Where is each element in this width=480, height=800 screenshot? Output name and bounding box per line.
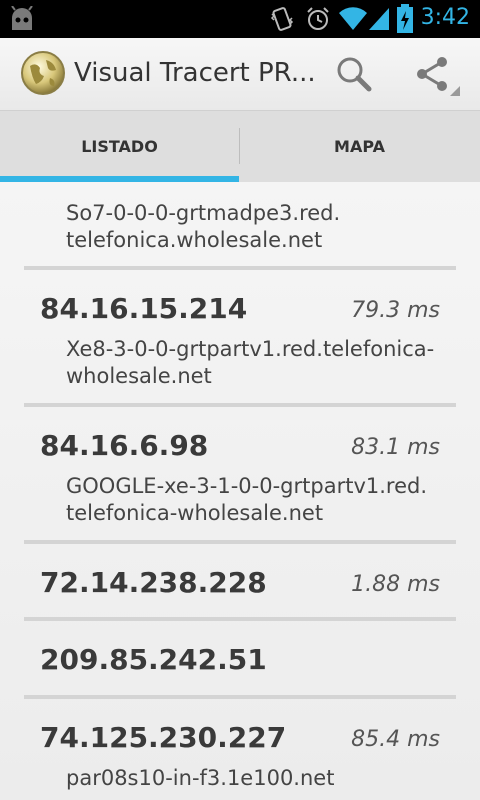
hop-ip: 84.16.15.214 xyxy=(40,292,248,325)
hop-hostname: So7-0-0-0-grtmadpe3.red. telefonica.whol… xyxy=(66,201,341,252)
hop-hostname: GOOGLE-xe-3-1-0-0-grtpartv1.red. telefon… xyxy=(66,474,428,525)
share-button[interactable] xyxy=(412,52,464,96)
hop-latency: 1.88 ms xyxy=(351,572,440,597)
vibrate-icon xyxy=(270,7,294,31)
clock: 3:42 xyxy=(420,5,470,30)
search-icon xyxy=(337,57,372,92)
hop-hostname: Xe8-3-0-0-grtpartv1.red.telefonica- whol… xyxy=(66,337,435,388)
signal-icon xyxy=(369,8,389,30)
battery-charging-icon xyxy=(397,4,413,33)
alarm-icon xyxy=(307,7,329,30)
hop-latency: 83.1 ms xyxy=(351,435,440,460)
tab-mapa[interactable]: MAPA xyxy=(240,111,479,182)
search-button[interactable] xyxy=(332,52,376,96)
app-globe-icon[interactable] xyxy=(20,50,66,96)
tab-label: MAPA xyxy=(334,137,385,156)
app-title: Visual Tracert PR... xyxy=(74,58,316,88)
list-item[interactable]: 209.85.242.51 xyxy=(24,621,456,695)
list-item[interactable]: So7-0-0-0-grtmadpe3.red. telefonica.whol… xyxy=(24,182,456,266)
tab-listado[interactable]: LISTADO xyxy=(0,111,239,182)
hop-hostname: par08s10-in-f3.1e100.net xyxy=(66,766,335,790)
hop-list[interactable]: So7-0-0-0-grtmadpe3.red. telefonica.whol… xyxy=(0,182,480,800)
hop-ip: 209.85.242.51 xyxy=(40,643,267,676)
tab-bar: LISTADO MAPA xyxy=(0,111,480,183)
android-icon xyxy=(11,6,33,30)
hop-latency: 85.4 ms xyxy=(351,727,440,752)
list-item[interactable]: 74.125.230.227 85.4 ms par08s10-in-f3.1e… xyxy=(24,699,456,800)
action-bar: Visual Tracert PR... xyxy=(0,38,480,111)
list-item[interactable]: 72.14.238.228 1.88 ms xyxy=(24,544,456,617)
share-icon xyxy=(417,57,460,96)
wifi-icon xyxy=(339,7,367,31)
list-item[interactable]: 84.16.6.98 83.1 ms GOOGLE-xe-3-1-0-0-grt… xyxy=(24,407,456,540)
list-item[interactable]: 84.16.15.214 79.3 ms Xe8-3-0-0-grtpartv1… xyxy=(24,270,456,403)
hop-latency: 79.3 ms xyxy=(351,298,440,323)
hop-ip: 72.14.238.228 xyxy=(40,566,267,599)
hop-ip: 84.16.6.98 xyxy=(40,429,209,462)
hop-ip: 74.125.230.227 xyxy=(40,721,287,754)
status-bar: 3:42 xyxy=(0,0,480,38)
tab-label: LISTADO xyxy=(81,137,158,156)
